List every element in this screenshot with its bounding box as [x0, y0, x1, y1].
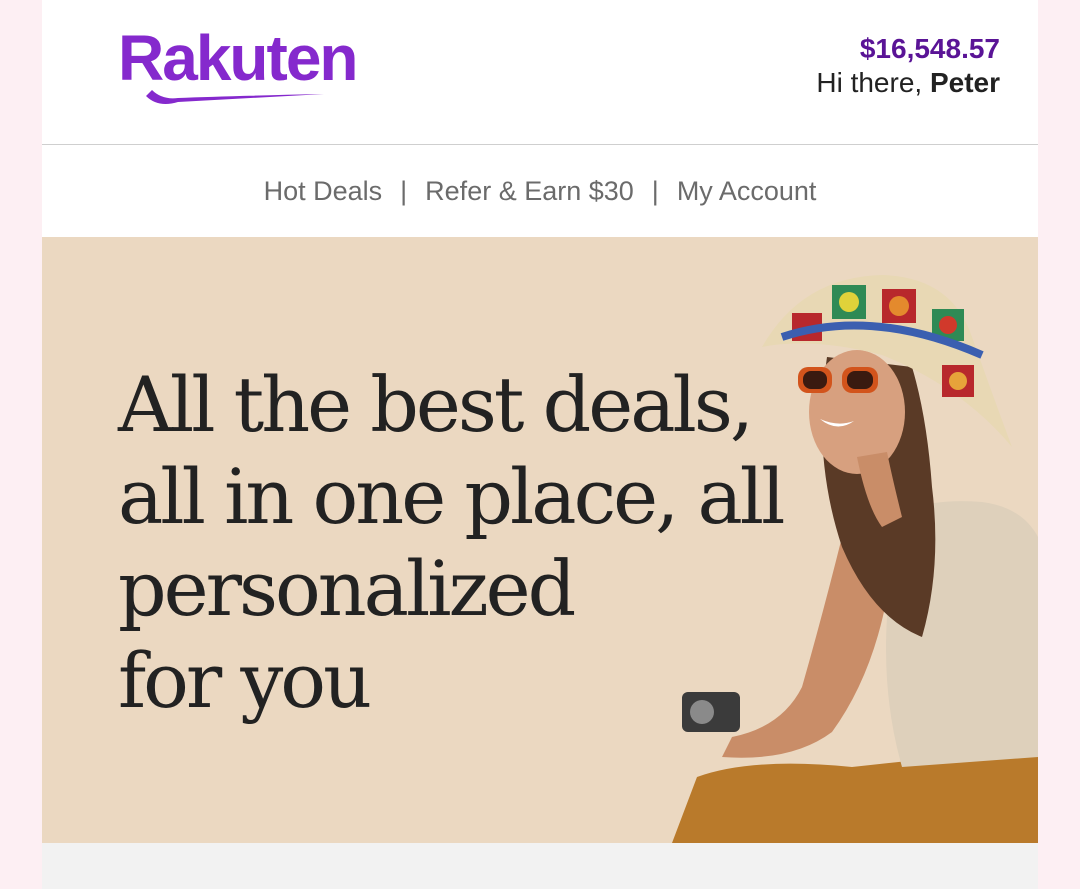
rakuten-logo[interactable]: Rakuten: [118, 24, 382, 108]
hero-woman-photo: [672, 275, 1038, 843]
nav-separator: |: [651, 175, 659, 206]
hero-banner[interactable]: All the best deals, all in one place, al…: [42, 237, 1038, 843]
hat-flower: [839, 292, 859, 312]
hat-flower: [939, 316, 957, 334]
pants-shape: [672, 747, 1038, 843]
email-header: Rakuten $16,548.57 Hi there, Peter: [42, 0, 1038, 144]
greeting-prefix: Hi there,: [816, 67, 930, 98]
greeting: Hi there, Peter: [816, 66, 1000, 100]
email-container: Rakuten $16,548.57 Hi there, Peter Hot D…: [42, 0, 1038, 889]
sunglasses-lens-right: [847, 371, 873, 389]
hat-flower: [949, 372, 967, 390]
nav-separator: |: [400, 175, 408, 206]
user-name: Peter: [929, 67, 1000, 98]
sunglasses-lens-left: [803, 371, 827, 389]
logo-wordmark: Rakuten: [118, 24, 357, 94]
camera-lens: [690, 700, 714, 724]
nav-my-account[interactable]: My Account: [677, 176, 817, 207]
nav-refer-earn[interactable]: Refer & Earn $30: [425, 176, 634, 207]
cash-back-balance[interactable]: $16,548.57: [816, 32, 1000, 66]
content-section-background: [42, 843, 1038, 889]
account-info: $16,548.57 Hi there, Peter: [816, 32, 1000, 100]
hat-flower: [889, 296, 909, 316]
nav-bar: Hot Deals | Refer & Earn $30 | My Accoun…: [42, 145, 1038, 237]
nav-hot-deals[interactable]: Hot Deals: [264, 176, 383, 207]
